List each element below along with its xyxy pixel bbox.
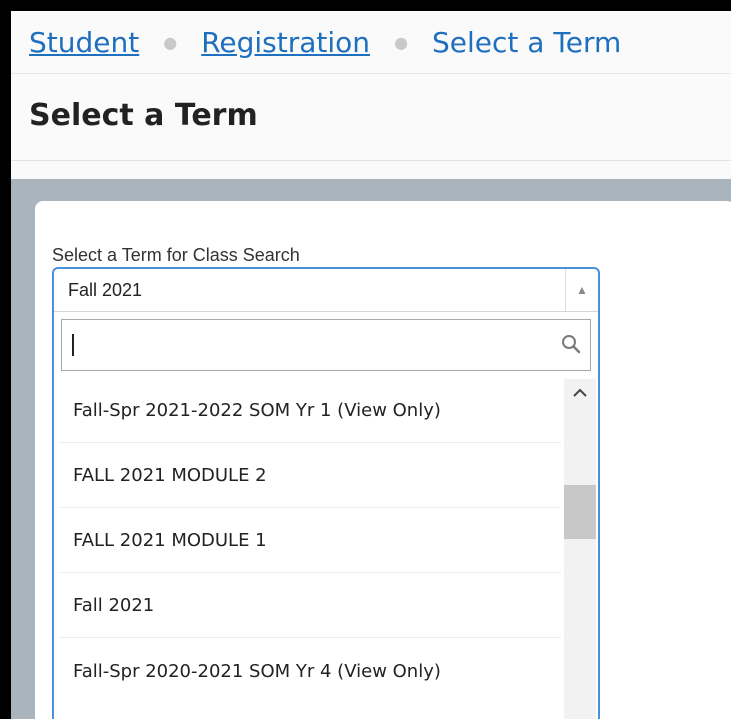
term-search-input[interactable] (61, 319, 591, 371)
chevron-up-icon[interactable] (564, 379, 596, 407)
list-item[interactable]: Fall-Spr 2021-2022 SOM Yr 1 (View Only) (59, 379, 561, 443)
list-item[interactable]: Fall 2021 (59, 574, 561, 638)
page-title: Select a Term (29, 98, 258, 133)
term-selection-panel: Select a Term for Class Search Fall 2021… (35, 201, 731, 719)
list-item[interactable]: FALL 2021 MODULE 2 (59, 444, 561, 508)
content-area: Select a Term for Class Search Fall 2021… (11, 179, 731, 719)
term-select-value: Fall 2021 (68, 280, 143, 300)
term-select-label: Select a Term for Class Search (52, 245, 300, 265)
text-cursor (72, 334, 74, 356)
triangle-up-icon[interactable]: ▲ (565, 269, 598, 311)
list-item[interactable]: FALL 2021 MODULE 1 (59, 509, 561, 573)
app-frame: Student ● Registration ● Select a Term S… (11, 11, 731, 719)
list-item[interactable]: Fall-Spr 2020-2021 SOM Yr 4 (View Only) (59, 639, 561, 703)
breadcrumb-link-registration[interactable]: Registration (201, 26, 370, 59)
chevron-down-icon[interactable] (564, 711, 596, 719)
list-scrollbar[interactable] (564, 379, 596, 719)
breadcrumb-separator: ● (394, 32, 409, 52)
term-options-list: Fall-Spr 2021-2022 SOM Yr 1 (View Only) … (59, 379, 596, 719)
search-icon (562, 335, 581, 354)
term-select-current[interactable]: Fall 2021 ▲ (54, 269, 598, 312)
breadcrumb-separator: ● (163, 32, 178, 52)
breadcrumb: Student ● Registration ● Select a Term (11, 11, 731, 74)
page-header: Select a Term (11, 74, 731, 161)
breadcrumb-current: Select a Term (432, 25, 622, 59)
scroll-thumb[interactable] (564, 485, 596, 539)
term-select-dropdown[interactable]: Fall 2021 ▲ Fall-Spr 2021-2022 SOM Yr 1 … (52, 267, 600, 719)
breadcrumb-link-student[interactable]: Student (29, 26, 139, 59)
